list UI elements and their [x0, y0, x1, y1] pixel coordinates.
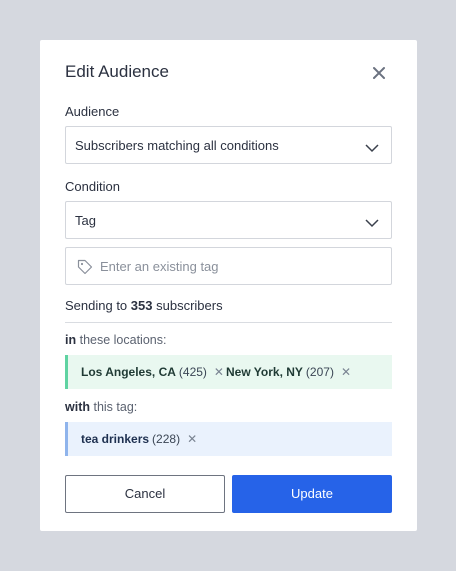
location-chip-list: Los Angeles, CA (425) ✕ New York, NY (207) ✕: [65, 355, 392, 389]
chip-count: (425): [178, 365, 207, 379]
chip-count: (207): [305, 365, 334, 379]
close-icon[interactable]: [370, 64, 388, 82]
tag-chip: tea drinkers (228) ✕: [81, 432, 197, 446]
tags-label: with this tag:: [65, 400, 137, 414]
chip-name: New York, NY: [226, 365, 303, 379]
remove-icon[interactable]: ✕: [214, 365, 224, 379]
audience-select[interactable]: Subscribers matching all conditions: [65, 126, 392, 164]
summary-prefix: Sending to: [65, 298, 128, 313]
divider: [65, 322, 392, 323]
chevron-down-icon: [365, 140, 379, 153]
tag-search-field[interactable]: [65, 247, 392, 285]
condition-select[interactable]: Tag: [65, 201, 392, 239]
chip-name: tea drinkers: [81, 432, 150, 446]
chip-count: (228): [152, 432, 181, 446]
locations-label: in these locations:: [65, 333, 166, 347]
cancel-button[interactable]: Cancel: [65, 475, 225, 513]
edit-audience-modal: Edit Audience Audience Subscribers match…: [40, 40, 417, 531]
remove-icon[interactable]: ✕: [187, 432, 197, 446]
location-chip: New York, NY (207) ✕: [226, 365, 351, 379]
condition-label: Condition: [65, 179, 120, 194]
chip-name: Los Angeles, CA: [81, 365, 176, 379]
locations-label-rest: these locations:: [79, 333, 167, 347]
locations-label-bold: in: [65, 333, 77, 347]
audience-summary: Sending to 353 subscribers: [65, 298, 223, 313]
tags-label-bold: with: [65, 400, 90, 414]
remove-icon[interactable]: ✕: [341, 365, 351, 379]
audience-label: Audience: [65, 104, 120, 119]
modal-title: Edit Audience: [65, 62, 169, 81]
update-button[interactable]: Update: [232, 475, 392, 513]
condition-select-value: Tag: [75, 213, 96, 228]
subscriber-count: 353: [130, 298, 153, 313]
location-chip: Los Angeles, CA (425) ✕: [81, 365, 224, 379]
summary-suffix: subscribers: [156, 298, 223, 313]
tag-icon: [77, 259, 93, 275]
chevron-down-icon: [365, 215, 379, 228]
tags-label-rest: this tag:: [93, 400, 138, 414]
tag-chip-list: tea drinkers (228) ✕: [65, 422, 392, 456]
audience-select-value: Subscribers matching all conditions: [75, 138, 279, 153]
tag-input[interactable]: [100, 249, 380, 283]
